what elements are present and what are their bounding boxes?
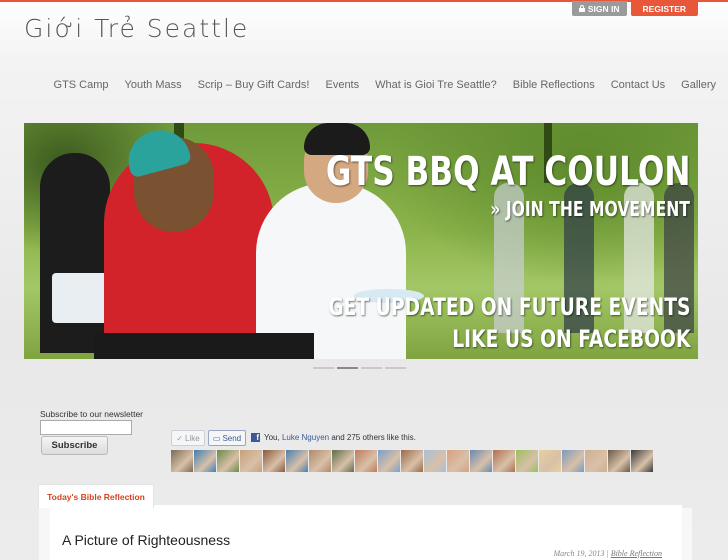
main-nav: GTS Camp Youth Mass Scrip – Buy Gift Car…	[46, 79, 724, 91]
hero-photo-person	[40, 153, 110, 353]
facebook-friend-avatar[interactable]	[470, 450, 492, 472]
auth-buttons: SIGN IN REGISTER	[571, 1, 698, 16]
hero-photo-cooler	[52, 273, 112, 323]
article-meta: March 19, 2013 | Bible Reflection	[553, 549, 662, 558]
facebook-friend-avatar[interactable]	[217, 450, 239, 472]
facebook-friend-link[interactable]: Luke Nguyen	[282, 433, 329, 442]
article-date: March 19, 2013	[553, 549, 605, 558]
facebook-faces-row	[171, 450, 653, 472]
nav-item-contact-us[interactable]: Contact Us	[603, 79, 673, 91]
article-category-link[interactable]: Bible Reflection	[611, 549, 662, 558]
facebook-friend-avatar[interactable]	[516, 450, 538, 472]
nav-item-gallery[interactable]: Gallery	[673, 79, 724, 91]
hero-photo-grill	[94, 333, 314, 359]
lock-icon	[578, 5, 585, 12]
newsletter-label: Subscribe to our newsletter	[40, 409, 143, 419]
register-button[interactable]: REGISTER	[630, 1, 698, 16]
speech-bubble-icon: ▭	[212, 433, 221, 443]
hero-cta-facebook[interactable]: LIKE US ON FACEBOOK	[452, 325, 690, 353]
site-title[interactable]: Giới Trẻ Seattle	[24, 14, 249, 43]
slider-dot-active[interactable]	[337, 367, 358, 369]
facebook-friend-avatar[interactable]	[447, 450, 469, 472]
facebook-friend-avatar[interactable]	[286, 450, 308, 472]
hero-subheadline[interactable]: » JOIN THE MOVEMENT	[490, 197, 690, 221]
hero-slider[interactable]: GTS BBQ AT COULON » JOIN THE MOVEMENT GE…	[24, 123, 698, 359]
facebook-friend-avatar[interactable]	[608, 450, 630, 472]
nav-item-youth-mass[interactable]: Youth Mass	[117, 79, 190, 91]
slider-dots	[313, 367, 406, 369]
sign-in-label: SIGN IN	[587, 3, 620, 14]
facebook-friend-avatar[interactable]	[585, 450, 607, 472]
hero-headline[interactable]: GTS BBQ AT COULON	[325, 149, 690, 195]
article-title[interactable]: A Picture of Righteousness	[62, 532, 230, 548]
subscribe-button[interactable]: Subscribe	[41, 436, 108, 455]
nav-item-gts-camp[interactable]: GTS Camp	[46, 79, 117, 91]
facebook-friend-avatar[interactable]	[355, 450, 377, 472]
facebook-friend-avatar[interactable]	[194, 450, 216, 472]
facebook-social-text: You, Luke Nguyen and 275 others like thi…	[264, 433, 416, 442]
facebook-friend-avatar[interactable]	[263, 450, 285, 472]
article-meta-separator: |	[606, 549, 609, 558]
hero-cta-events[interactable]: GET UPDATED ON FUTURE EVENTS	[328, 293, 690, 321]
sign-in-button[interactable]: SIGN IN	[571, 1, 627, 16]
nav-item-about[interactable]: What is Gioi Tre Seattle?	[367, 79, 505, 91]
facebook-social-prefix: You,	[264, 433, 282, 442]
slider-dot[interactable]	[361, 367, 382, 369]
nav-item-bible-reflections[interactable]: Bible Reflections	[505, 79, 603, 91]
facebook-send-label: Send	[222, 433, 242, 443]
facebook-social-suffix: and 275 others like this.	[329, 433, 416, 442]
facebook-like-button[interactable]: ✓ Like	[171, 430, 205, 446]
facebook-friend-avatar[interactable]	[562, 450, 584, 472]
facebook-friend-avatar[interactable]	[240, 450, 262, 472]
nav-item-events[interactable]: Events	[317, 79, 367, 91]
facebook-friend-avatar[interactable]	[309, 450, 331, 472]
facebook-friend-avatar[interactable]	[378, 450, 400, 472]
slider-dot[interactable]	[313, 367, 334, 369]
facebook-friend-avatar[interactable]	[493, 450, 515, 472]
facebook-friend-avatar[interactable]	[631, 450, 653, 472]
facebook-like-label: Like	[185, 433, 200, 443]
nav-item-scrip[interactable]: Scrip – Buy Gift Cards!	[190, 79, 318, 91]
facebook-send-button[interactable]: ▭ Send	[208, 430, 246, 446]
facebook-friend-avatar[interactable]	[539, 450, 561, 472]
newsletter-email-input[interactable]	[40, 420, 132, 435]
tab-todays-bible-reflection[interactable]: Today's Bible Reflection	[38, 484, 154, 508]
facebook-friend-avatar[interactable]	[401, 450, 423, 472]
facebook-logo-icon: f	[251, 433, 260, 442]
thumbs-up-icon: ✓	[176, 433, 183, 443]
facebook-friend-avatar[interactable]	[332, 450, 354, 472]
slider-dot[interactable]	[385, 367, 406, 369]
facebook-friend-avatar[interactable]	[424, 450, 446, 472]
facebook-friend-avatar[interactable]	[171, 450, 193, 472]
